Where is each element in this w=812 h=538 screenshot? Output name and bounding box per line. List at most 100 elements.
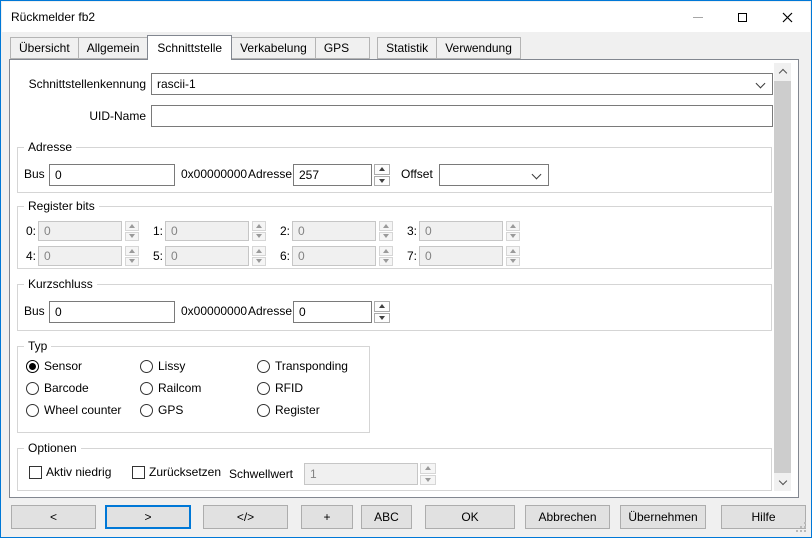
register-bit-1-spinner [252,221,266,241]
schnittstellenkennung-label: Schnittstellenkennung [10,77,146,91]
register-bits-group: Register bits 0: 1: 2: 3: [17,206,772,269]
register-bit-1: 1: [153,221,266,241]
register-bit-5: 5: [153,246,266,266]
schwellwert-label: Schwellwert [229,467,293,481]
maximize-icon [738,13,747,22]
resize-grip[interactable] [796,522,807,533]
register-bit-0: 0: [26,221,139,241]
next-button[interactable]: > [105,505,191,529]
spin-down-icon[interactable] [374,313,390,324]
chevron-up-icon [778,69,786,77]
adresse-group-title: Adresse [24,140,76,154]
chevron-down-icon [756,79,766,89]
radio-rfid[interactable]: RFID [257,381,303,395]
tab-gps[interactable]: GPS [315,37,370,59]
schwellwert-input [304,463,418,485]
tab-uebersicht[interactable]: Übersicht [10,37,79,59]
code-button[interactable]: </> [203,505,288,529]
register-bit-3-spinner [506,221,520,241]
kurzschluss-adresse-spinner[interactable] [374,301,390,323]
caption-buttons [675,2,810,32]
uid-name-input[interactable] [151,105,773,127]
abc-button[interactable]: ABC [361,505,412,529]
typ-group-title: Typ [24,339,51,353]
kurzschluss-adresse-input[interactable] [293,301,372,323]
adresse-input[interactable] [293,164,372,186]
schnittstellenkennung-value: rascii-1 [157,77,196,91]
spin-down-icon [420,475,436,486]
checkbox-zuruecksetzen[interactable]: Zurücksetzen [132,465,221,479]
tab-statistik[interactable]: Statistik [377,37,437,59]
vertical-scrollbar[interactable] [774,63,791,491]
spin-down-icon[interactable] [374,176,390,187]
kurzschluss-bus-input[interactable] [49,301,175,323]
spin-up-icon [506,246,520,256]
bus-input[interactable] [49,164,175,186]
schnittstellenkennung-combobox[interactable]: rascii-1 [151,73,773,95]
spin-up-icon [125,221,139,231]
kurzschluss-hex-value: 0x00000000 [181,304,247,318]
prev-button[interactable]: < [11,505,96,529]
add-button[interactable]: + [301,505,353,529]
spin-up-icon [125,246,139,256]
register-bit-0-spinner [125,221,139,241]
spin-down-icon [379,232,393,242]
scroll-up-button[interactable] [774,63,791,80]
radio-barcode[interactable]: Barcode [26,381,89,395]
spin-up-icon [379,246,393,256]
spin-up-icon[interactable] [374,301,390,312]
tab-schnittstelle[interactable]: Schnittstelle [147,35,232,60]
radio-icon [257,360,270,373]
spin-up-icon [420,463,436,474]
scroll-down-button[interactable] [774,474,791,491]
footer: < > </> + ABC OK Abbrechen Übernehmen Hi… [2,496,810,536]
radio-sensor[interactable]: Sensor [26,359,82,373]
register-bit-4-label: 4: [26,249,38,263]
spin-down-icon [252,257,266,267]
register-bit-7-spinner [506,246,520,266]
register-bit-6: 6: [280,246,393,266]
help-button[interactable]: Hilfe [721,505,806,529]
close-button[interactable] [765,2,810,32]
kurzschluss-group: Kurzschluss Bus 0x00000000 Adresse [17,284,772,331]
apply-button[interactable]: Übernehmen [620,505,706,529]
chevron-down-icon [532,170,542,180]
radio-wheel-counter[interactable]: Wheel counter [26,403,121,417]
register-bit-3: 3: [407,221,520,241]
radio-icon [26,360,39,373]
checkbox-aktiv-niedrig[interactable]: Aktiv niedrig [29,465,111,479]
ok-button[interactable]: OK [425,505,515,529]
radio-railcom[interactable]: Railcom [140,381,201,395]
spin-up-icon[interactable] [374,164,390,175]
tab-verkabelung[interactable]: Verkabelung [231,37,316,59]
register-bit-6-input [292,246,376,266]
adresse-label: Adresse [248,167,292,181]
radio-lissy[interactable]: Lissy [140,359,185,373]
radio-icon [140,382,153,395]
cancel-button[interactable]: Abbrechen [525,505,610,529]
radio-icon [257,404,270,417]
scrollbar-thumb[interactable] [774,81,791,473]
minimize-button[interactable] [675,2,720,32]
tab-verwendung[interactable]: Verwendung [436,37,521,59]
tab-allgemein[interactable]: Allgemein [78,37,149,59]
adresse-spinner[interactable] [374,164,390,186]
spin-down-icon [379,257,393,267]
spin-down-icon [506,257,520,267]
offset-combobox[interactable] [439,164,549,186]
optionen-group-title: Optionen [24,441,81,455]
register-bit-7-label: 7: [407,249,419,263]
radio-gps[interactable]: GPS [140,403,183,417]
tab-bar: Übersicht Allgemein Schnittstelle Verkab… [2,32,810,59]
radio-transponding[interactable]: Transponding [257,359,348,373]
register-bit-0-label: 0: [26,224,38,238]
checkbox-icon [132,466,145,479]
radio-icon [140,360,153,373]
register-bit-1-input [165,221,249,241]
radio-register[interactable]: Register [257,403,320,417]
register-bit-4-spinner [125,246,139,266]
radio-icon [140,404,153,417]
maximize-button[interactable] [720,2,765,32]
close-icon [782,12,793,23]
register-bit-1-label: 1: [153,224,165,238]
